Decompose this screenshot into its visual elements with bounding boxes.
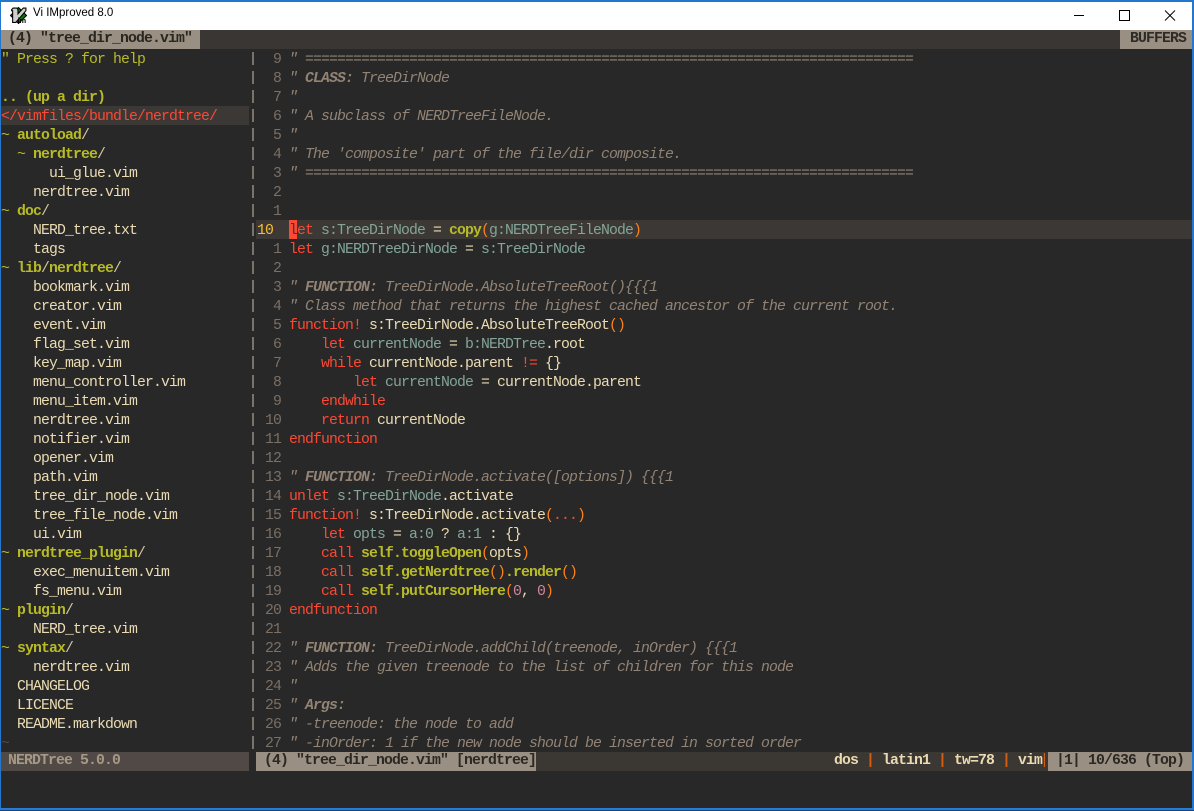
svg-text:im: im <box>17 16 26 24</box>
